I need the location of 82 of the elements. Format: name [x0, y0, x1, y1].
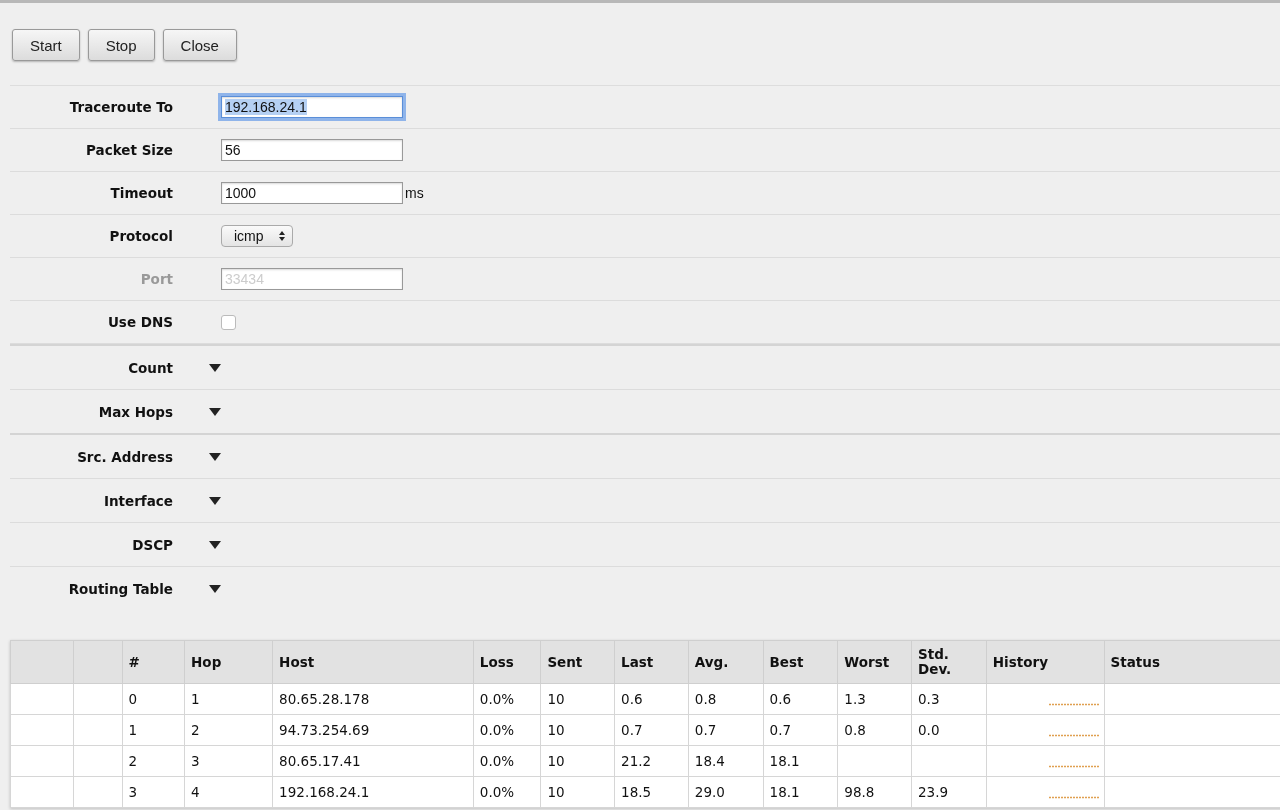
table-cell: 23.9: [911, 776, 987, 808]
expand-arrow-icon[interactable]: [209, 540, 221, 549]
input-field[interactable]: 56: [221, 139, 403, 161]
history-sparkline: [1048, 764, 1099, 768]
table-cell: 10: [540, 683, 615, 715]
field-label: Timeout: [109, 185, 173, 201]
expand-arrow-icon[interactable]: [209, 584, 221, 593]
section-label: Max Hops: [97, 403, 173, 420]
column-header[interactable]: Worst: [837, 640, 912, 684]
table-cell: 10: [540, 714, 615, 746]
table-cell: 10: [540, 745, 615, 777]
table-cell: 2: [184, 714, 273, 746]
history-sparkline: [1048, 733, 1099, 737]
column-header[interactable]: Std. Dev.: [911, 640, 987, 684]
table-cell: 4: [184, 776, 273, 808]
column-header[interactable]: Status: [1104, 640, 1280, 684]
column-header[interactable]: Last: [614, 640, 689, 684]
table-cell: 0.7: [688, 714, 764, 746]
table-cell: 21.2: [614, 745, 689, 777]
column-header[interactable]: Best: [763, 640, 838, 684]
table-cell: 3: [122, 776, 185, 808]
expand-arrow-icon[interactable]: [209, 363, 221, 372]
table-cell: 0.6: [763, 683, 838, 715]
column-header[interactable]: Loss: [473, 640, 541, 684]
table-cell: 0.0%: [473, 745, 541, 777]
column-header[interactable]: Sent: [540, 640, 615, 684]
expand-arrow-icon[interactable]: [209, 452, 221, 461]
section-label: Routing Table: [67, 580, 173, 597]
field-label: Packet Size: [85, 142, 173, 158]
table-cell: 29.0: [688, 776, 764, 808]
table-cell: 0.0%: [473, 683, 541, 715]
section-label: Count: [127, 359, 173, 376]
section-label: Interface: [102, 492, 173, 509]
table-cell: 80.65.17.41: [272, 745, 474, 777]
table-cell: 0: [122, 683, 185, 715]
field-label: Traceroute To: [68, 99, 173, 115]
table-cell: 0.3: [911, 683, 987, 715]
table-cell: 18.1: [763, 776, 838, 808]
table-cell: 0.8: [837, 714, 912, 746]
checkbox[interactable]: [221, 314, 236, 330]
table-cell: 3: [184, 745, 273, 777]
unit-label: ms: [405, 185, 424, 201]
column-header[interactable]: Avg.: [688, 640, 764, 684]
protocol-dropdown[interactable]: icmp: [221, 225, 293, 247]
updown-arrows-icon: [277, 230, 286, 242]
table-cell: 192.168.24.1: [272, 776, 474, 808]
section-label: DSCP: [131, 536, 173, 553]
table-cell: 94.73.254.69: [272, 714, 474, 746]
column-header[interactable]: Hop: [184, 640, 273, 684]
toolbar-button[interactable]: Close: [162, 29, 237, 61]
table-cell: 18.4: [688, 745, 764, 777]
field-label: Port: [139, 271, 173, 287]
table-cell: 0.7: [614, 714, 689, 746]
table-cell: 0.0%: [473, 714, 541, 746]
table-cell: 1: [122, 714, 185, 746]
table-cell: 1.3: [837, 683, 912, 715]
field-label: Protocol: [108, 228, 173, 244]
input-field[interactable]: 1000: [221, 182, 403, 204]
column-header[interactable]: #: [122, 640, 185, 684]
table-cell: 98.8: [837, 776, 912, 808]
column-header[interactable]: History: [986, 640, 1105, 684]
history-sparkline: [1048, 702, 1099, 706]
table-cell: 0.8: [688, 683, 764, 715]
table-cell: 18.1: [763, 745, 838, 777]
expand-arrow-icon[interactable]: [209, 407, 221, 416]
expand-arrow-icon[interactable]: [209, 496, 221, 505]
table-cell: 2: [122, 745, 185, 777]
table-cell: 1: [184, 683, 273, 715]
table-cell: 0.0: [911, 714, 987, 746]
field-label: Use DNS: [106, 314, 173, 330]
history-sparkline: [1048, 795, 1099, 799]
table-cell: 18.5: [614, 776, 689, 808]
table-cell: 0.6: [614, 683, 689, 715]
table-cell: 0.7: [763, 714, 838, 746]
input-field[interactable]: 192.168.24.1: [221, 96, 403, 118]
toolbar-button[interactable]: Stop: [87, 29, 155, 61]
toolbar-button[interactable]: Start: [12, 29, 80, 61]
section-label: Src. Address: [76, 448, 173, 465]
table-cell: 10: [540, 776, 615, 808]
table-cell: 0.0%: [473, 776, 541, 808]
table-cell: 80.65.28.178: [272, 683, 474, 715]
column-header[interactable]: Host: [272, 640, 474, 684]
